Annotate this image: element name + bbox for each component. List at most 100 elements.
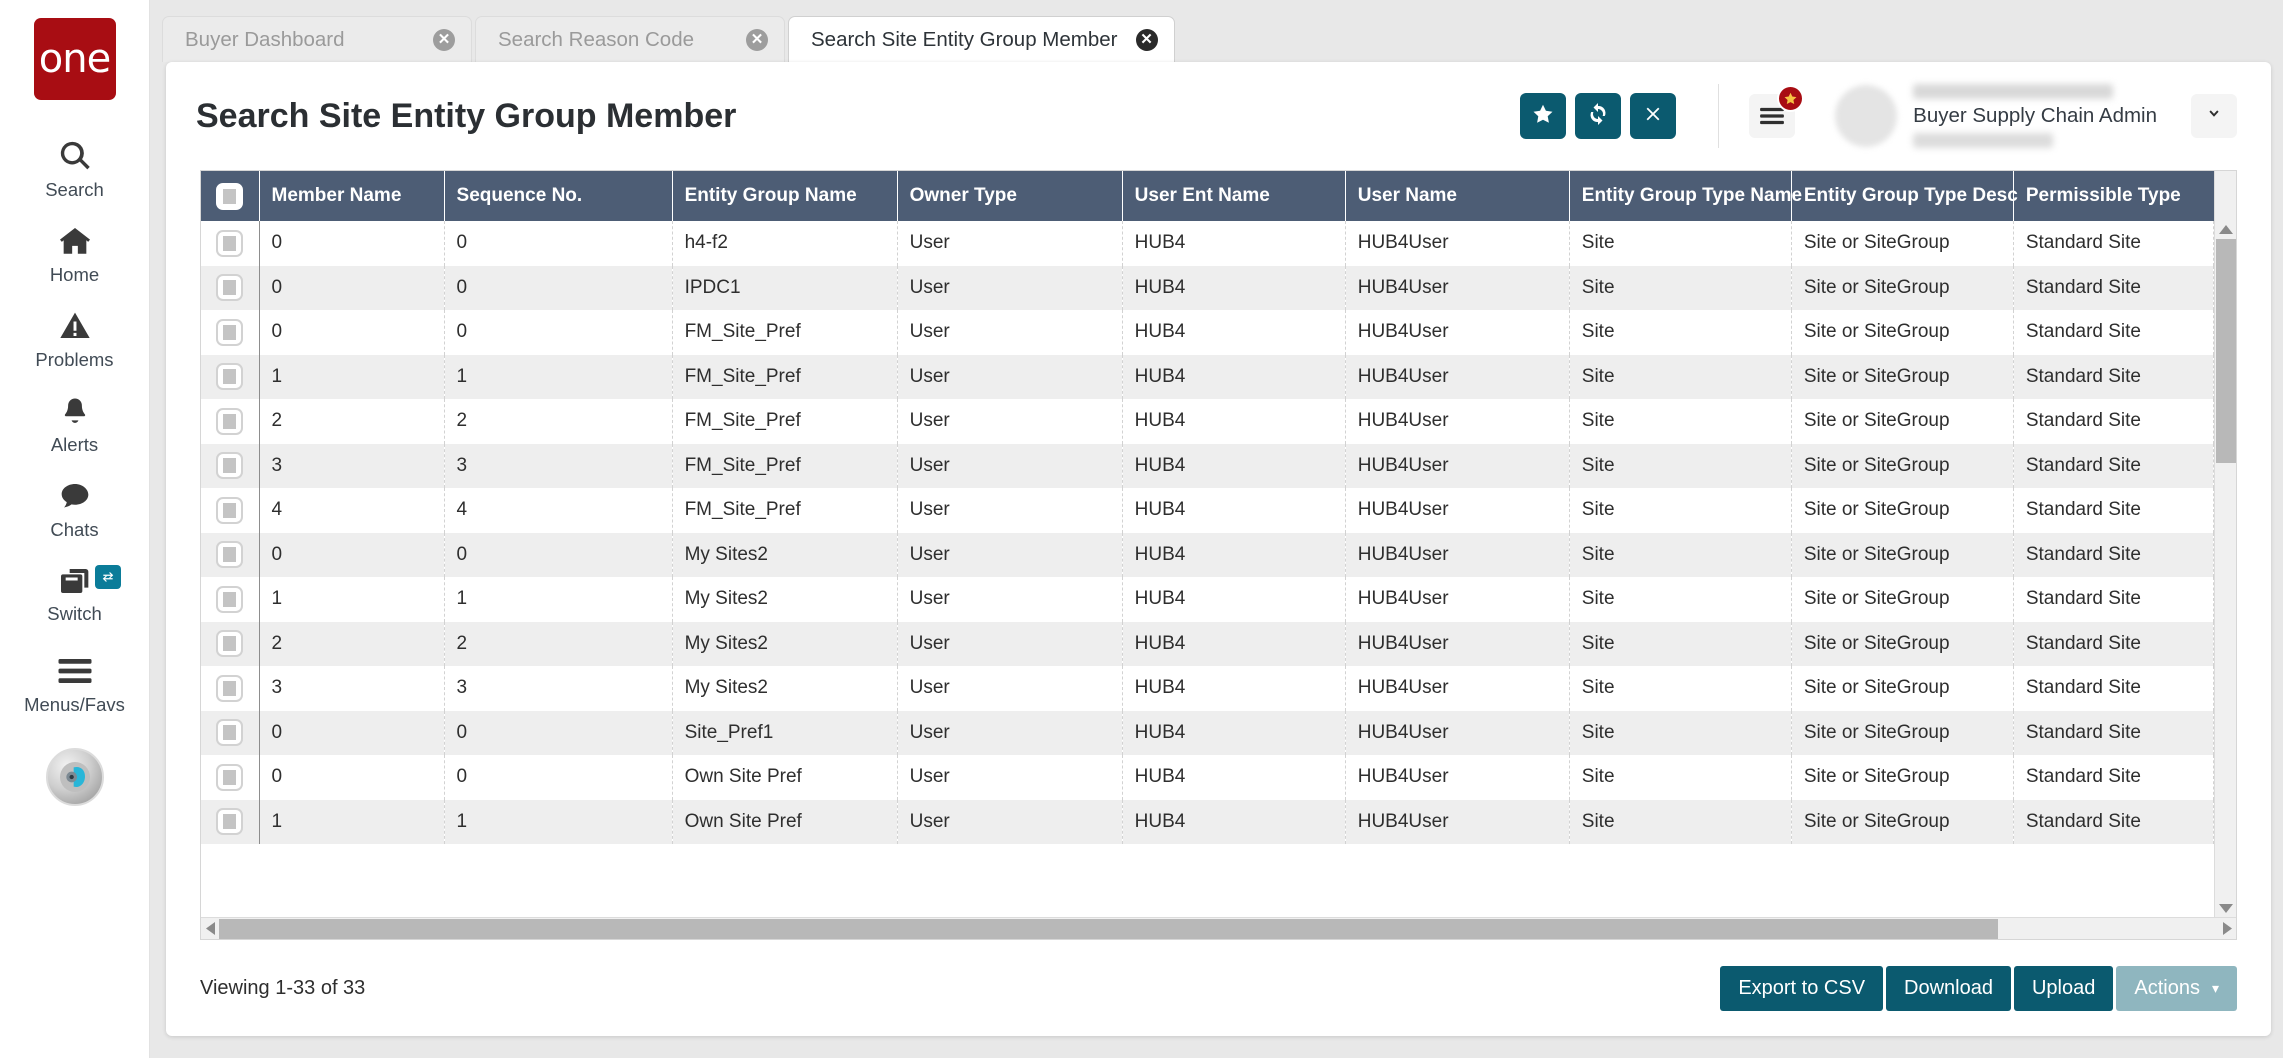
sidebar-item-search[interactable]: Search [0, 126, 149, 211]
cell-owner-type: User [897, 533, 1122, 578]
assistant-bot-avatar[interactable] [46, 748, 104, 806]
select-all-checkbox[interactable] [216, 183, 243, 210]
actions-dropdown-button[interactable]: Actions ▾ [2116, 966, 2237, 1011]
sidebar-item-home[interactable]: Home [0, 211, 149, 296]
tab-close-icon[interactable]: ✕ [433, 29, 455, 51]
row-select-cell[interactable] [201, 221, 259, 266]
table-row[interactable]: 00My Sites2UserHUB4HUB4UserSiteSite or S… [201, 533, 2214, 578]
cell-user-ent-name: HUB4 [1122, 399, 1345, 444]
row-select-cell[interactable] [201, 444, 259, 489]
cell-entity-group-name: FM_Site_Pref [672, 444, 897, 489]
row-select-cell[interactable] [201, 266, 259, 311]
one-logo[interactable]: one [34, 18, 116, 100]
table-row[interactable]: 11Own Site PrefUserHUB4HUB4UserSiteSite … [201, 800, 2214, 845]
table-row[interactable]: 00Own Site PrefUserHUB4HUB4UserSiteSite … [201, 755, 2214, 800]
cell-permissible-type: Standard Site [2013, 399, 2213, 444]
table-row[interactable]: 00Site_Pref1UserHUB4HUB4UserSiteSite or … [201, 711, 2214, 756]
table-row[interactable]: 33My Sites2UserHUB4HUB4UserSiteSite or S… [201, 666, 2214, 711]
upload-button[interactable]: Upload [2014, 966, 2113, 1011]
download-button[interactable]: Download [1886, 966, 2011, 1011]
col-entity-group-type-desc[interactable]: Entity Group Type Desc [1791, 171, 2013, 221]
tab-close-icon[interactable]: ✕ [746, 29, 768, 51]
row-select-cell[interactable] [201, 488, 259, 533]
row-select-cell[interactable] [201, 755, 259, 800]
col-entity-group-name[interactable]: Entity Group Name [672, 171, 897, 221]
scroll-left-arrow-icon[interactable] [201, 922, 219, 935]
select-all-header[interactable] [201, 171, 259, 221]
table-vertical-scrollbar[interactable] [2214, 171, 2236, 917]
table-row[interactable]: 00FM_Site_PrefUserHUB4HUB4UserSiteSite o… [201, 310, 2214, 355]
table-row[interactable]: 22My Sites2UserHUB4HUB4UserSiteSite or S… [201, 622, 2214, 667]
row-checkbox[interactable] [216, 586, 243, 613]
vertical-scroll-thumb[interactable] [2216, 239, 2236, 463]
cell-entity-group-type-name: Site [1569, 399, 1791, 444]
row-select-cell[interactable] [201, 577, 259, 622]
table-row[interactable]: 11My Sites2UserHUB4HUB4UserSiteSite or S… [201, 577, 2214, 622]
col-user-name[interactable]: User Name [1345, 171, 1569, 221]
row-checkbox[interactable] [216, 541, 243, 568]
table-row[interactable]: 33FM_Site_PrefUserHUB4HUB4UserSiteSite o… [201, 444, 2214, 489]
table-row[interactable]: 22FM_Site_PrefUserHUB4HUB4UserSiteSite o… [201, 399, 2214, 444]
table-row[interactable]: 44FM_Site_PrefUserHUB4HUB4UserSiteSite o… [201, 488, 2214, 533]
row-checkbox[interactable] [216, 230, 243, 257]
row-select-cell[interactable] [201, 399, 259, 444]
cell-entity-group-name: FM_Site_Pref [672, 399, 897, 444]
user-profile[interactable]: Buyer Supply Chain Admin [1835, 84, 2157, 148]
cell-member-name: 0 [259, 221, 444, 266]
actions-label: Actions [2134, 977, 2200, 1000]
tab-buyer-dashboard[interactable]: Buyer Dashboard ✕ [162, 16, 472, 62]
favorite-button[interactable] [1520, 93, 1566, 139]
col-user-ent-name[interactable]: User Ent Name [1122, 171, 1345, 221]
scroll-right-arrow-icon[interactable] [2218, 922, 2236, 935]
cell-member-name: 0 [259, 711, 444, 756]
tab-close-icon[interactable]: ✕ [1136, 29, 1158, 51]
close-button[interactable] [1630, 93, 1676, 139]
table-row[interactable]: 11FM_Site_PrefUserHUB4HUB4UserSiteSite o… [201, 355, 2214, 400]
col-sequence-no[interactable]: Sequence No. [444, 171, 672, 221]
menu-favorites-button[interactable] [1749, 94, 1795, 138]
row-checkbox[interactable] [216, 363, 243, 390]
row-select-cell[interactable] [201, 355, 259, 400]
export-to-csv-button[interactable]: Export to CSV [1720, 966, 1883, 1011]
row-checkbox[interactable] [216, 452, 243, 479]
horizontal-scroll-track[interactable] [219, 918, 2218, 939]
user-menu-button[interactable] [2191, 94, 2237, 138]
col-owner-type[interactable]: Owner Type [897, 171, 1122, 221]
refresh-button[interactable] [1575, 93, 1621, 139]
row-checkbox[interactable] [216, 497, 243, 524]
tab-search-reason-code[interactable]: Search Reason Code ✕ [475, 16, 785, 62]
col-entity-group-type-name[interactable]: Entity Group Type Name [1569, 171, 1791, 221]
tab-search-site-entity-group-member[interactable]: Search Site Entity Group Member ✕ [788, 16, 1175, 62]
row-checkbox[interactable] [216, 319, 243, 346]
row-select-cell[interactable] [201, 533, 259, 578]
sidebar-item-menus-favs[interactable]: Menus/Favs [0, 641, 149, 726]
col-member-name[interactable]: Member Name [259, 171, 444, 221]
row-checkbox[interactable] [216, 675, 243, 702]
row-checkbox[interactable] [216, 274, 243, 301]
row-select-cell[interactable] [201, 800, 259, 845]
row-checkbox[interactable] [216, 408, 243, 435]
horizontal-scroll-thumb[interactable] [219, 919, 1998, 939]
scroll-up-arrow-icon[interactable] [2219, 221, 2233, 239]
row-select-cell[interactable] [201, 711, 259, 756]
col-permissible-type[interactable]: Permissible Type [2013, 171, 2213, 221]
sidebar-item-switch[interactable] [0, 551, 149, 609]
row-checkbox[interactable] [216, 808, 243, 835]
row-checkbox[interactable] [216, 719, 243, 746]
scroll-down-arrow-icon[interactable] [2219, 899, 2233, 917]
sidebar-item-problems[interactable]: Problems [0, 296, 149, 381]
sidebar-item-chats[interactable]: Chats [0, 466, 149, 551]
table-row[interactable]: 00IPDC1UserHUB4HUB4UserSiteSite or SiteG… [201, 266, 2214, 311]
vertical-scroll-track[interactable] [2215, 239, 2236, 899]
row-checkbox[interactable] [216, 630, 243, 657]
row-checkbox[interactable] [216, 764, 243, 791]
sidebar-item-alerts[interactable]: Alerts [0, 381, 149, 466]
row-select-cell[interactable] [201, 622, 259, 667]
table-horizontal-scrollbar[interactable] [201, 917, 2236, 939]
table-row[interactable]: 00h4-f2UserHUB4HUB4UserSiteSite or SiteG… [201, 221, 2214, 266]
cell-entity-group-type-name: Site [1569, 622, 1791, 667]
row-select-cell[interactable] [201, 310, 259, 355]
switch-toggle-badge-icon[interactable] [95, 565, 121, 589]
row-select-cell[interactable] [201, 666, 259, 711]
cell-user-name: HUB4User [1345, 355, 1569, 400]
